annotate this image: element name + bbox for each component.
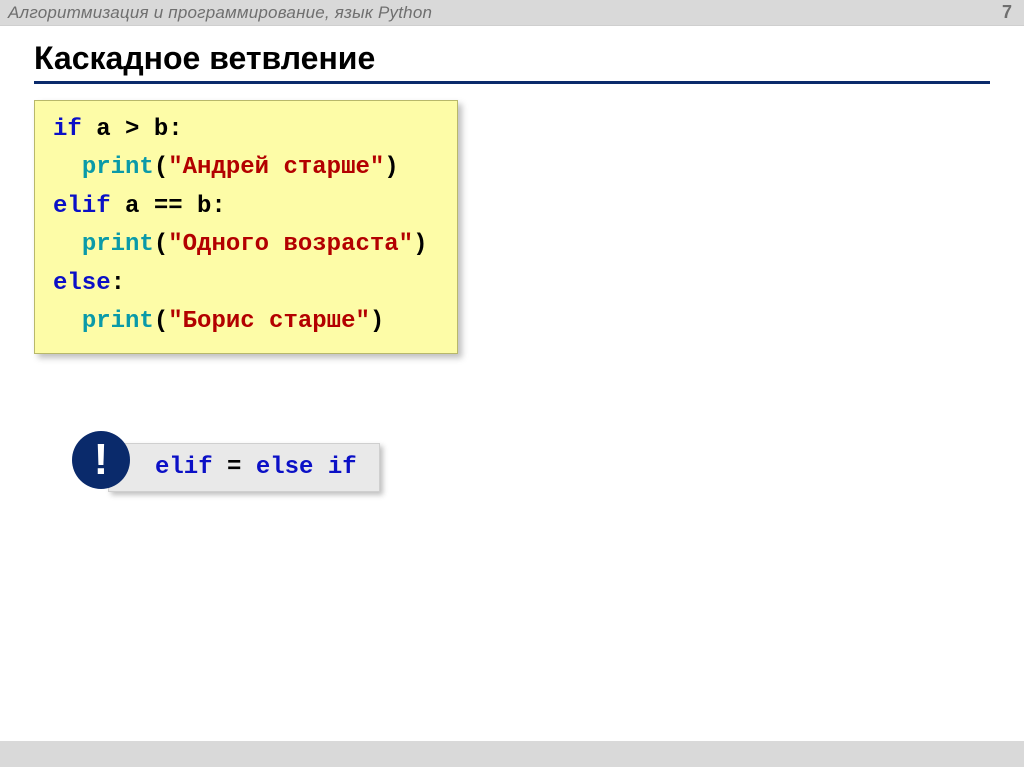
kw-if: if: [53, 116, 82, 143]
paren: ): [384, 154, 398, 181]
code-line-2: print("Андрей старше"): [53, 149, 439, 187]
paren: (: [154, 231, 168, 258]
code-block: if a > b: print("Андрей старше") elif a …: [34, 100, 458, 354]
code-line-4: print("Одного возраста"): [53, 226, 439, 264]
paren: (: [154, 308, 168, 335]
fn-print: print: [82, 154, 154, 181]
fn-print: print: [82, 231, 154, 258]
note-eq: =: [213, 454, 256, 481]
code-text: :: [111, 270, 125, 297]
footer-bar: [0, 741, 1024, 767]
header-title: Алгоритмизация и программирование, язык …: [8, 3, 432, 23]
paren: (: [154, 154, 168, 181]
code-line-1: if a > b:: [53, 111, 439, 149]
paren: ): [370, 308, 384, 335]
paren: ): [413, 231, 427, 258]
note-elif: elif: [155, 454, 213, 481]
code-line-6: print("Борис старше"): [53, 303, 439, 341]
code-text: a > b:: [82, 116, 183, 143]
title-rule: [34, 81, 990, 84]
note-box: elif = else if: [108, 443, 380, 492]
slide-body: Каскадное ветвление if a > b: print("Анд…: [0, 26, 1024, 741]
code-line-5: else:: [53, 265, 439, 303]
kw-else: else: [53, 270, 111, 297]
exclaim-icon: !: [72, 431, 130, 489]
header-bar: Алгоритмизация и программирование, язык …: [0, 0, 1024, 26]
note-elseif: else if: [256, 454, 357, 481]
string-literal: "Одного возраста": [168, 231, 413, 258]
fn-print: print: [82, 308, 154, 335]
page-number: 7: [1002, 2, 1012, 23]
code-text: a == b:: [111, 193, 226, 220]
string-literal: "Борис старше": [168, 308, 370, 335]
string-literal: "Андрей старше": [168, 154, 384, 181]
slide-title: Каскадное ветвление: [34, 40, 990, 77]
kw-elif: elif: [53, 193, 111, 220]
code-line-3: elif a == b:: [53, 188, 439, 226]
